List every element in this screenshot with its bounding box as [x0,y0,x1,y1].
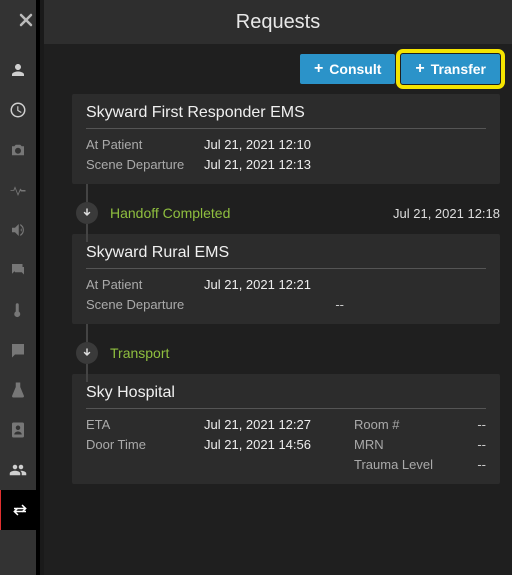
timeline-item: Handoff Completed Jul 21, 2021 12:18 [72,192,500,234]
row-value [204,457,354,472]
heartbeat-icon [9,181,27,199]
row-value: Jul 21, 2021 12:10 [204,137,354,152]
card-title: Sky Hospital [86,384,486,409]
volume-icon [9,221,27,239]
sidebar-item-camera[interactable] [0,130,38,170]
chat-icon [9,261,27,279]
content: Skyward First Responder EMS At Patient J… [44,94,512,575]
timeline-label[interactable]: Handoff Completed [110,205,393,221]
row-label: Door Time [86,437,204,452]
sidebar [0,0,40,575]
card-title: Skyward Rural EMS [86,244,486,269]
page-title: Requests [44,11,512,34]
flask-icon [9,381,27,399]
note-icon [9,341,27,359]
row-label2: MRN [354,437,454,452]
row-value: Jul 21, 2021 14:56 [204,437,354,452]
sidebar-item-clock[interactable] [0,90,38,130]
sidebar-item-audio[interactable] [0,210,38,250]
person-icon [9,61,27,79]
plus-icon: + [415,62,424,76]
transfer-label: Transfer [431,61,486,77]
row-label: ETA [86,417,204,432]
row-value: -- [204,297,354,312]
sidebar-item-transfer[interactable] [0,490,38,530]
card-rows: At Patient Jul 21, 2021 12:10 Scene Depa… [86,137,486,172]
sidebar-item-temperature[interactable] [0,290,38,330]
sidebar-item-lab[interactable] [0,370,38,410]
consult-button[interactable]: + Consult [300,54,395,84]
row-label: At Patient [86,137,204,152]
row-label: At Patient [86,277,204,292]
row-label2: Trauma Level [354,457,454,472]
row-value2: -- [454,457,486,472]
consult-label: Consult [329,61,381,77]
row-value: Jul 21, 2021 12:21 [204,277,354,292]
timeline-label[interactable]: Transport [110,345,500,361]
card-title: Skyward First Responder EMS [86,104,486,129]
sidebar-item-group[interactable] [0,450,38,490]
row-value2: -- [454,417,486,432]
swap-icon [11,501,29,519]
row-label: Scene Departure [86,297,204,312]
header: Requests [44,0,512,44]
plus-icon: + [314,62,323,76]
sidebar-item-contacts[interactable] [0,410,38,450]
contact-icon [9,421,27,439]
action-bar: + Consult + Transfer [44,44,512,94]
row-label2: Room # [354,417,454,432]
hospital-card: Sky Hospital ETA Jul 21, 2021 12:27 Room… [72,374,500,484]
sidebar-item-vitals[interactable] [0,170,38,210]
card-rows: ETA Jul 21, 2021 12:27 Room # -- Door Ti… [86,417,486,472]
agency-card: Skyward First Responder EMS At Patient J… [72,94,500,184]
group-icon [9,461,27,479]
timeline-item: Transport [72,332,500,374]
row-value: Jul 21, 2021 12:27 [204,417,354,432]
row-label: Scene Departure [86,157,204,172]
close-icon [16,10,36,30]
sidebar-item-note[interactable] [0,330,38,370]
timeline-time: Jul 21, 2021 12:18 [393,206,500,221]
clock-icon [9,101,27,119]
close-button[interactable] [16,10,36,36]
agency-card: Skyward Rural EMS At Patient Jul 21, 202… [72,234,500,324]
arrow-down-icon [76,342,98,364]
row-value: Jul 21, 2021 12:13 [204,157,354,172]
sidebar-item-person[interactable] [0,50,38,90]
camera-icon [9,141,27,159]
main-panel: Requests + Consult + Transfer Skyward Fi… [44,0,512,575]
transfer-button[interactable]: + Transfer [401,54,500,84]
arrow-down-icon [76,202,98,224]
card-rows: At Patient Jul 21, 2021 12:21 Scene Depa… [86,277,486,312]
row-value2: -- [454,437,486,452]
row-label [86,457,204,472]
thermometer-icon [9,301,27,319]
sidebar-item-chat[interactable] [0,250,38,290]
